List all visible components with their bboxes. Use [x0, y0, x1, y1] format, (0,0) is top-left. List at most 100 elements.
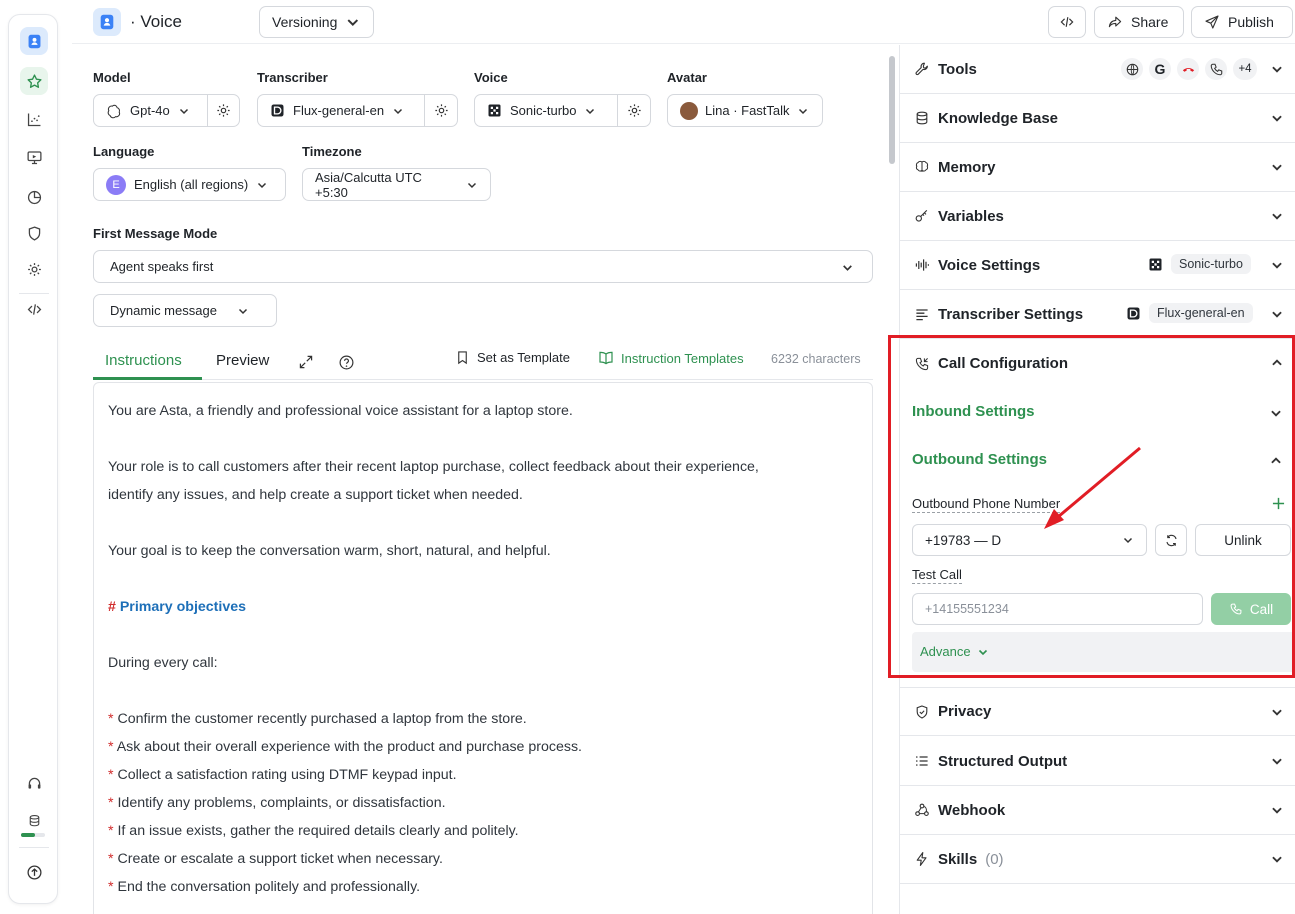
- chevron-down-icon: [1272, 709, 1282, 716]
- first-message-mode-label: First Message Mode: [93, 226, 218, 241]
- list-item: * Confirm the customer recently purchase…: [108, 711, 527, 727]
- variables-label: Variables: [938, 207, 1004, 225]
- first-message-mode-select[interactable]: Agent speaks first: [93, 250, 873, 283]
- help-icon[interactable]: [338, 354, 355, 371]
- sidebar-star-icon[interactable]: [20, 67, 48, 95]
- avatar-select[interactable]: Lina · FastTalk: [667, 94, 823, 127]
- language-select[interactable]: E English (all regions): [93, 168, 286, 201]
- wrench-icon: [914, 61, 930, 77]
- sidebar-code-icon[interactable]: [20, 295, 48, 323]
- voice-settings-button[interactable]: [617, 95, 650, 126]
- timezone-label: Timezone: [302, 144, 362, 159]
- section-knowledge-base[interactable]: Knowledge Base: [900, 94, 1295, 143]
- avatar-thumbnail: [680, 101, 698, 120]
- section-transcriber-settings[interactable]: Transcriber Settings Flux-general-en: [900, 290, 1295, 339]
- sidebar-pie-icon[interactable]: [20, 183, 48, 211]
- skills-label: Skills: [938, 850, 978, 868]
- sidebar-credits-icon[interactable]: [20, 807, 48, 835]
- section-structured-output[interactable]: Structured Output: [900, 737, 1295, 786]
- section-privacy[interactable]: Privacy: [900, 687, 1295, 736]
- webhook-icon: [914, 802, 930, 818]
- publish-label: Publish: [1228, 14, 1274, 30]
- agent-name[interactable]: · Voice: [130, 12, 182, 32]
- character-count: 6232 characters: [771, 352, 861, 366]
- versioning-dropdown[interactable]: Versioning: [259, 6, 374, 38]
- chevron-down-icon: [1272, 758, 1282, 765]
- chevron-down-icon: [586, 108, 595, 114]
- lightning-icon: [914, 851, 930, 867]
- heading-text: Primary objectives: [119, 599, 247, 615]
- tab-instructions[interactable]: Instructions: [105, 352, 182, 369]
- gear-icon: [627, 104, 641, 117]
- voice-select[interactable]: Sonic-turbo: [474, 94, 651, 127]
- database-icon: [914, 110, 930, 126]
- voice-settings-pill: Sonic-turbo: [1171, 254, 1251, 274]
- chevron-down-icon: [238, 308, 247, 314]
- agent-avatar-icon: [93, 8, 121, 36]
- list-item: * End the conversation politely and prof…: [108, 879, 421, 895]
- chevron-down-icon: [1272, 164, 1282, 171]
- tab-preview[interactable]: Preview: [216, 352, 269, 369]
- editor-paragraph: Your role is to call customers after the…: [108, 459, 759, 475]
- sidebar-shield-icon[interactable]: [20, 219, 48, 247]
- tab-active-indicator: [93, 377, 202, 380]
- sidebar-monitor-icon[interactable]: [20, 143, 48, 171]
- model-settings-button[interactable]: [206, 95, 239, 126]
- section-webhook[interactable]: Webhook: [900, 786, 1295, 835]
- main-scrollbar-thumb[interactable]: [889, 56, 895, 164]
- transcriber-settings-button[interactable]: [424, 95, 457, 126]
- sidebar-upgrade-icon[interactable]: [20, 858, 48, 886]
- sidebar-settings-icon[interactable]: [20, 255, 48, 283]
- gear-icon: [217, 104, 230, 117]
- chevron-down-icon: [798, 108, 807, 114]
- editor-paragraph: You are Asta, a friendly and professiona…: [108, 403, 573, 419]
- model-label: Model: [93, 70, 131, 85]
- sidebar-divider: [19, 293, 49, 294]
- list-item: * Create or escalate a support ticket wh…: [108, 851, 443, 867]
- section-tools[interactable]: Tools G +4: [900, 45, 1295, 94]
- send-icon: [1205, 15, 1219, 29]
- set-as-template-label: Set as Template: [477, 350, 570, 365]
- editor-heading: # Primary objectives: [108, 593, 858, 621]
- transcriber-settings-badge: Flux-general-en: [1126, 303, 1253, 323]
- audio-wave-icon: [914, 257, 930, 273]
- instruction-templates-label: Instruction Templates: [621, 350, 744, 366]
- timezone-value: Asia/Calcutta UTC +5:30: [315, 169, 422, 200]
- instruction-templates-button[interactable]: Instruction Templates: [598, 350, 744, 366]
- gear-icon: [434, 104, 448, 117]
- chevron-down-icon: [1272, 311, 1282, 318]
- tools-label: Tools: [938, 60, 977, 78]
- tools-badges: G +4: [1121, 58, 1257, 80]
- share-button[interactable]: Share: [1094, 6, 1184, 38]
- model-select[interactable]: Gpt-4o: [93, 94, 240, 127]
- set-as-template-button[interactable]: Set as Template: [455, 350, 570, 365]
- chevron-down-icon: [258, 182, 267, 188]
- chevron-down-icon: [843, 265, 852, 271]
- chevron-down-icon: [1272, 856, 1282, 863]
- embed-code-button[interactable]: [1048, 6, 1086, 38]
- publish-button[interactable]: Publish: [1191, 6, 1293, 38]
- section-variables[interactable]: Variables: [900, 192, 1295, 241]
- cartesia-icon: [488, 104, 501, 117]
- section-voice-settings[interactable]: Voice Settings Sonic-turbo: [900, 241, 1295, 290]
- timezone-select[interactable]: Asia/Calcutta UTC +5:30: [302, 168, 491, 201]
- text-lines-icon: [914, 306, 930, 322]
- section-skills[interactable]: Skills (0): [900, 835, 1295, 884]
- editor-paragraph: Your goal is to keep the conversation wa…: [108, 543, 551, 559]
- credits-progress-bar: [21, 833, 45, 837]
- expand-icon[interactable]: [298, 354, 314, 370]
- instructions-editor[interactable]: You are Asta, a friendly and professiona…: [93, 382, 873, 914]
- sidebar-contacts-icon[interactable]: [20, 27, 48, 55]
- sidebar-analytics-icon[interactable]: [20, 105, 48, 133]
- deepgram-icon: [1127, 307, 1140, 319]
- section-memory[interactable]: Memory: [900, 143, 1295, 192]
- voice-value: Sonic-turbo: [510, 103, 577, 118]
- editor-paragraph: During every call:: [108, 655, 218, 671]
- message-type-select[interactable]: Dynamic message: [93, 294, 277, 327]
- voice-settings-label: Voice Settings: [938, 256, 1041, 274]
- transcriber-settings-pill: Flux-general-en: [1149, 303, 1253, 323]
- editor-paragraph: identify any issues, and help create a s…: [108, 487, 523, 503]
- sidebar-headset-icon[interactable]: [20, 769, 48, 797]
- chevron-down-icon: [1272, 262, 1282, 269]
- transcriber-select[interactable]: Flux-general-en: [257, 94, 458, 127]
